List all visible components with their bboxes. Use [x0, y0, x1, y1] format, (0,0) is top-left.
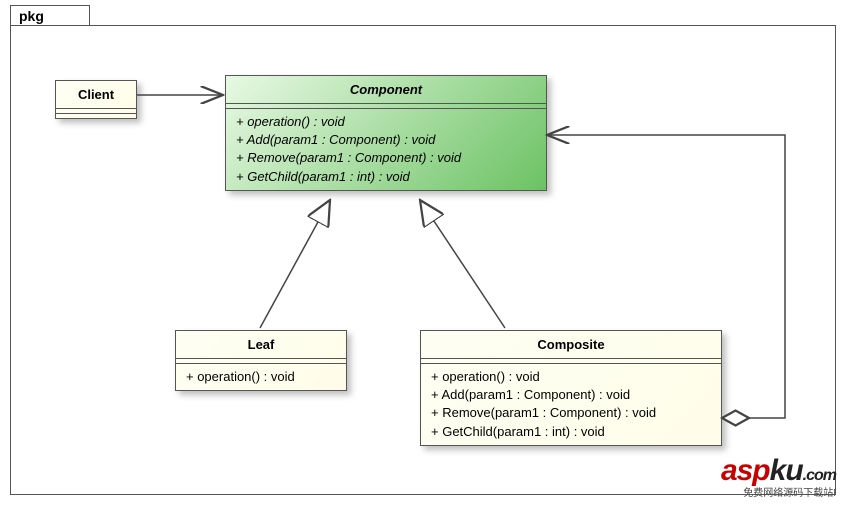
diagram-stage: pkg Client Component + operation() : voi…: [0, 0, 846, 505]
op: + Add(param1 : Component) : void: [236, 131, 536, 149]
class-leaf: Leaf + operation() : void: [175, 330, 347, 391]
watermark: aspku.com 免费网络源码下载站!: [721, 454, 836, 499]
op: + Remove(param1 : Component) : void: [431, 404, 711, 422]
watermark-brand: aspku.com: [721, 454, 836, 487]
class-component: Component + operation() : void + Add(par…: [225, 75, 547, 191]
watermark-brand-b: ku: [770, 454, 803, 487]
class-component-title: Component: [226, 76, 546, 104]
op: + GetChild(param1 : int) : void: [431, 423, 711, 441]
class-leaf-ops: + operation() : void: [176, 364, 346, 390]
op: + operation() : void: [431, 368, 711, 386]
op: + Add(param1 : Component) : void: [431, 386, 711, 404]
class-composite-ops: + operation() : void + Add(param1 : Comp…: [421, 364, 721, 445]
package-name: pkg: [19, 8, 44, 24]
class-composite-title: Composite: [421, 331, 721, 359]
op: + Remove(param1 : Component) : void: [236, 149, 536, 167]
watermark-domain: .com: [803, 467, 836, 484]
class-client-ops: [56, 114, 136, 118]
watermark-brand-a: asp: [721, 454, 770, 487]
op: + operation() : void: [186, 368, 336, 386]
op: + operation() : void: [236, 113, 536, 131]
package-tab: pkg: [10, 5, 90, 26]
class-component-ops: + operation() : void + Add(param1 : Comp…: [226, 109, 546, 190]
class-composite: Composite + operation() : void + Add(par…: [420, 330, 722, 446]
class-client: Client: [55, 80, 137, 119]
class-client-title: Client: [56, 81, 136, 109]
class-leaf-title: Leaf: [176, 331, 346, 359]
op: + GetChild(param1 : int) : void: [236, 168, 536, 186]
